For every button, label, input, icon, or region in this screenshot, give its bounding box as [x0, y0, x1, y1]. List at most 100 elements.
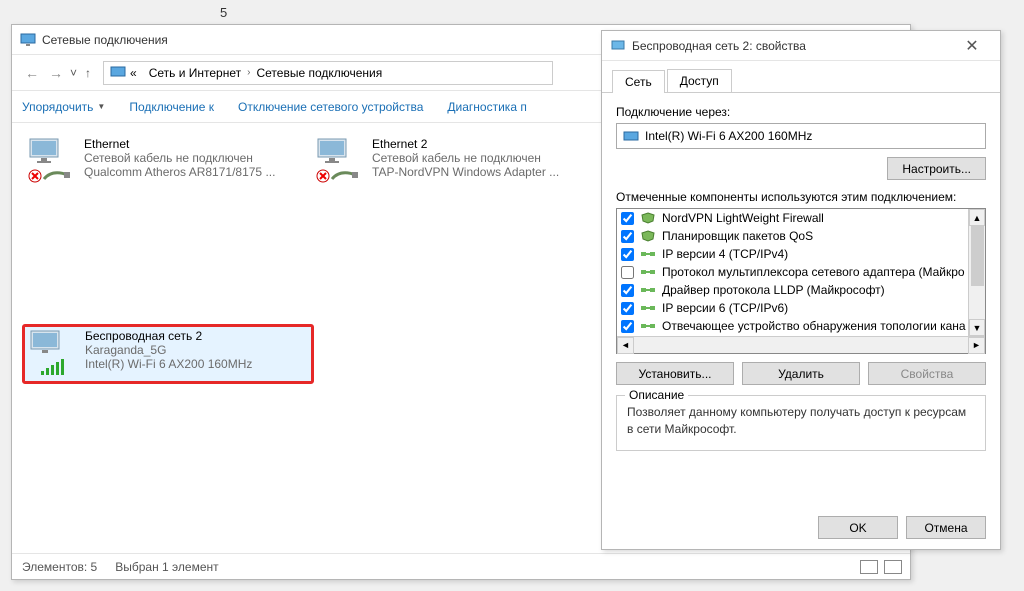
remove-button[interactable]: Удалить	[742, 362, 860, 385]
diagnose-button[interactable]: Диагностика п	[447, 100, 526, 114]
components-listbox: NordVPN LightWeight Firewall Планировщик …	[616, 208, 986, 354]
adapter-status: Сетевой кабель не подключен	[372, 151, 592, 165]
ok-button[interactable]: OK	[818, 516, 898, 539]
component-label: Драйвер протокола LLDP (Майкрософт)	[662, 283, 885, 297]
adapter-text: Ethernet 2Сетевой кабель не подключенTAP…	[372, 137, 592, 189]
adapter-name: Intel(R) Wi-Fi 6 AX200 160MHz	[645, 129, 812, 143]
component-item[interactable]: Драйвер протокола LLDP (Майкрософт)	[617, 281, 985, 299]
tab-strip: Сеть Доступ	[602, 61, 1000, 93]
back-button[interactable]: ←	[20, 61, 44, 85]
dialog-body: Подключение через: Intel(R) Wi-Fi 6 AX20…	[602, 93, 1000, 463]
adapter-icon	[623, 128, 639, 144]
adapter-name: Беспроводная сеть 2	[85, 329, 307, 343]
component-checkbox[interactable]	[621, 302, 634, 315]
adapter-device: Qualcomm Atheros AR8171/8175 ...	[84, 165, 304, 179]
tab-network[interactable]: Сеть	[612, 70, 665, 93]
scroll-down-button[interactable]: ▼	[969, 319, 985, 336]
network-icon	[110, 65, 126, 81]
up-button[interactable]: ↑	[85, 66, 91, 80]
components-label: Отмеченные компоненты используются этим …	[616, 190, 986, 204]
dialog-title-bar[interactable]: Беспроводная сеть 2: свойства ✕	[602, 31, 1000, 61]
scroll-left-button[interactable]: ◄	[617, 337, 634, 354]
status-bar: Элементов: 5 Выбран 1 элемент	[12, 553, 910, 579]
organize-menu[interactable]: Упорядочить ▼	[22, 100, 105, 114]
breadcrumb[interactable]: « Сеть и Интернет › Сетевые подключения	[103, 61, 553, 85]
component-checkbox[interactable]	[621, 320, 634, 333]
protocol-icon	[640, 266, 656, 278]
adapter-item[interactable]: Ethernet 2Сетевой кабель не подключенTAP…	[310, 133, 598, 193]
install-button[interactable]: Установить...	[616, 362, 734, 385]
component-label: Отвечающее устройство обнаружения тополо…	[662, 319, 966, 333]
description-group: Описание Позволяет данному компьютеру по…	[616, 395, 986, 451]
close-button[interactable]: ✕	[952, 36, 992, 56]
adapter-item[interactable]: Беспроводная сеть 2Karaganda_5GIntel(R) …	[22, 324, 314, 384]
adapter-text: Беспроводная сеть 2Karaganda_5GIntel(R) …	[85, 329, 307, 379]
component-label: NordVPN LightWeight Firewall	[662, 211, 824, 225]
component-item[interactable]: IP версии 4 (TCP/IPv4)	[617, 245, 985, 263]
dialog-title: Беспроводная сеть 2: свойства	[632, 39, 806, 53]
cancel-button[interactable]: Отмена	[906, 516, 986, 539]
adapter-name: Ethernet	[84, 137, 304, 151]
selection-count: Выбран 1 элемент	[115, 560, 218, 574]
component-item[interactable]: NordVPN LightWeight Firewall	[617, 209, 985, 227]
adapter-text: EthernetСетевой кабель не подключенQualc…	[84, 137, 304, 189]
scroll-thumb[interactable]	[971, 226, 984, 286]
component-label: Протокол мультиплексора сетевого адаптер…	[662, 265, 965, 279]
connect-using-label: Подключение через:	[616, 105, 986, 119]
component-label: IP версии 4 (TCP/IPv4)	[662, 247, 788, 261]
adapter-icon	[29, 329, 77, 377]
breadcrumb-chevron: «	[130, 66, 137, 80]
breadcrumb-separator-icon: ›	[247, 67, 250, 78]
component-checkbox[interactable]	[621, 266, 634, 279]
configure-button[interactable]: Настроить...	[887, 157, 986, 180]
description-text: Позволяет данному компьютеру получать до…	[627, 404, 975, 438]
tab-access[interactable]: Доступ	[667, 69, 732, 92]
properties-dialog: Беспроводная сеть 2: свойства ✕ Сеть Дос…	[601, 30, 1001, 550]
vertical-scrollbar[interactable]: ▲ ▼	[968, 209, 985, 336]
protocol-icon	[640, 320, 656, 332]
component-item[interactable]: Протокол мультиплексора сетевого адаптер…	[617, 263, 985, 281]
protocol-icon	[640, 248, 656, 260]
protocol-icon	[640, 284, 656, 296]
component-item[interactable]: Планировщик пакетов QoS	[617, 227, 985, 245]
item-count: Элементов: 5	[22, 560, 97, 574]
breadcrumb-part[interactable]: Сеть и Интернет	[149, 66, 241, 80]
adapter-icon	[316, 137, 364, 185]
component-checkbox[interactable]	[621, 212, 634, 225]
window-title: Сетевые подключения	[42, 33, 168, 47]
shield-icon	[640, 212, 656, 224]
horizontal-scrollbar[interactable]: ◄ ►	[617, 336, 985, 353]
component-checkbox[interactable]	[621, 284, 634, 297]
component-label: IP версии 6 (TCP/IPv6)	[662, 301, 788, 315]
connect-to-button[interactable]: Подключение к	[129, 100, 214, 114]
properties-button[interactable]: Свойства	[868, 362, 986, 385]
shield-icon	[640, 230, 656, 242]
scroll-up-button[interactable]: ▲	[969, 209, 985, 226]
adapter-device: Intel(R) Wi-Fi 6 AX200 160MHz	[85, 357, 307, 371]
history-dropdown[interactable]: ˅	[70, 66, 77, 80]
breadcrumb-part[interactable]: Сетевые подключения	[256, 66, 382, 80]
adapter-field: Intel(R) Wi-Fi 6 AX200 160MHz	[616, 123, 986, 149]
page-number: 5	[220, 5, 227, 20]
network-icon	[20, 32, 36, 48]
adapter-icon	[610, 38, 626, 54]
details-view-icon[interactable]	[860, 560, 878, 574]
forward-button[interactable]: →	[44, 61, 68, 85]
adapter-status: Karaganda_5G	[85, 343, 307, 357]
component-item[interactable]: IP версии 6 (TCP/IPv6)	[617, 299, 985, 317]
component-item[interactable]: Отвечающее устройство обнаружения тополо…	[617, 317, 985, 335]
adapter-device: TAP-NordVPN Windows Adapter ...	[372, 165, 592, 179]
component-label: Планировщик пакетов QoS	[662, 229, 813, 243]
scroll-right-button[interactable]: ►	[968, 337, 985, 354]
adapter-item[interactable]: EthernetСетевой кабель не подключенQualc…	[22, 133, 310, 193]
disable-device-button[interactable]: Отключение сетевого устройства	[238, 100, 423, 114]
description-legend: Описание	[625, 388, 688, 402]
protocol-icon	[640, 302, 656, 314]
component-checkbox[interactable]	[621, 230, 634, 243]
adapter-status: Сетевой кабель не подключен	[84, 151, 304, 165]
adapter-icon	[28, 137, 76, 185]
adapter-name: Ethernet 2	[372, 137, 592, 151]
large-icons-view-icon[interactable]	[884, 560, 902, 574]
chevron-down-icon: ▼	[97, 102, 105, 111]
component-checkbox[interactable]	[621, 248, 634, 261]
